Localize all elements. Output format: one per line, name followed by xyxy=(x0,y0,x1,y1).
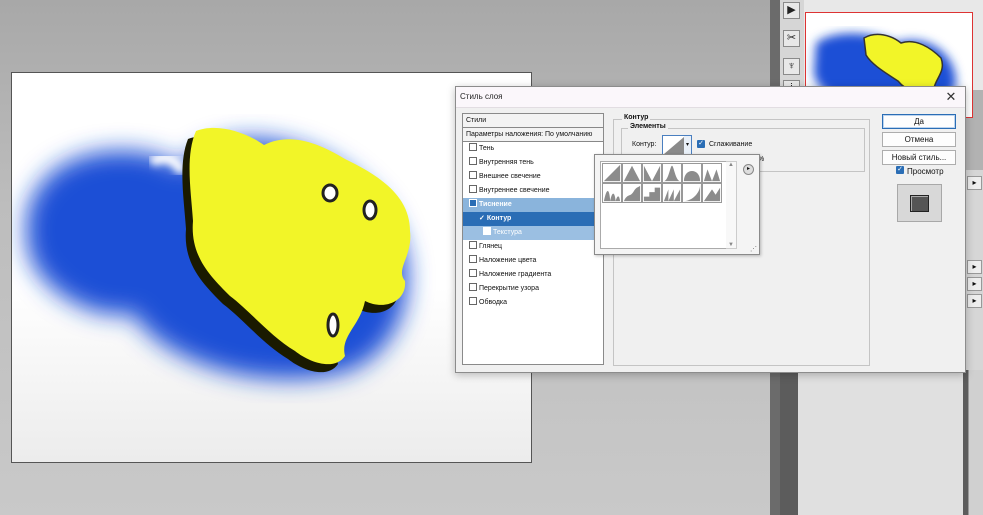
blending-options[interactable]: Параметры наложения: По умолчанию xyxy=(463,128,603,142)
styles-header[interactable]: Стили xyxy=(463,114,603,128)
style-item-label: Внешнее свечение xyxy=(479,173,541,180)
style-item[interactable]: Наложение цвета xyxy=(463,254,603,268)
style-checkbox[interactable] xyxy=(469,171,477,180)
style-checkbox[interactable] xyxy=(469,241,477,250)
elements-group-title: Элементы xyxy=(628,123,668,130)
style-checkbox[interactable] xyxy=(469,255,477,264)
style-item-label: Наложение цвета xyxy=(479,257,537,264)
brush-icon[interactable]: ♆ xyxy=(783,58,800,75)
contour-group-title: Контур xyxy=(622,114,651,121)
style-checkbox[interactable] xyxy=(469,297,477,306)
cancel-button[interactable]: Отмена xyxy=(882,132,956,147)
style-item-label: Перекрытие узора xyxy=(479,285,539,292)
new-style-button[interactable]: Новый стиль... xyxy=(882,150,956,165)
style-checkbox[interactable] xyxy=(483,227,491,236)
style-item-label: Обводка xyxy=(479,299,508,306)
close-icon[interactable]: ✕ xyxy=(943,88,959,106)
panel-arrow-icon[interactable]: ▸ xyxy=(967,277,982,291)
artwork xyxy=(26,127,411,380)
style-item-label: Наложение градиента xyxy=(479,271,552,278)
check-icon: ✓ xyxy=(479,215,487,222)
contour-preset-linear[interactable] xyxy=(602,163,622,183)
contour-preset-grid xyxy=(600,161,728,249)
smoothing-checkbox[interactable]: ✓ xyxy=(697,140,705,148)
contour-label: Контур: xyxy=(632,141,657,148)
style-item-label: Глянец xyxy=(479,243,503,250)
panel-arrow-icon[interactable]: ▸ xyxy=(967,260,982,274)
style-item-label: Внутреннее свечение xyxy=(479,187,550,194)
style-item[interactable]: Текстура xyxy=(463,226,603,240)
contour-preset-cove-shallow[interactable] xyxy=(702,183,722,203)
style-checkbox[interactable] xyxy=(469,157,477,166)
contour-preset-sawtooth[interactable] xyxy=(662,183,682,203)
preview-label: Просмотр xyxy=(907,167,944,176)
style-item-label: Внутренняя тень xyxy=(479,159,534,166)
panel-arrow-icon[interactable]: ▸ xyxy=(967,176,982,190)
tools-icon[interactable]: ✂ xyxy=(783,30,800,47)
style-checkbox[interactable] xyxy=(469,199,477,208)
contour-preset-rolling-slope[interactable] xyxy=(622,183,642,203)
style-item[interactable]: Обводка xyxy=(463,296,603,310)
style-item-label: Тень xyxy=(479,145,495,152)
style-checkbox[interactable] xyxy=(469,269,477,278)
contour-preset-cone-inverted[interactable] xyxy=(642,163,662,183)
style-item[interactable]: Тиснение xyxy=(463,198,603,212)
style-item[interactable]: Глянец xyxy=(463,240,603,254)
contour-preset-cone[interactable] xyxy=(622,163,642,183)
style-item-label: Тиснение xyxy=(479,201,512,208)
chevron-down-icon[interactable]: ▾ xyxy=(684,135,692,156)
style-checkbox[interactable] xyxy=(469,185,477,194)
panel-scrollbar[interactable] xyxy=(968,370,983,515)
style-item-label: Контур xyxy=(486,215,512,222)
dialog-titlebar[interactable]: Стиль слоя ✕ xyxy=(456,87,965,108)
dialog-title: Стиль слоя xyxy=(460,92,503,101)
style-item[interactable]: Тень xyxy=(463,142,603,156)
picker-menu-icon[interactable]: ▸ xyxy=(743,164,754,175)
document-canvas[interactable] xyxy=(11,72,532,463)
style-item[interactable]: Наложение градиента xyxy=(463,268,603,282)
panel-arrow-icon[interactable]: ▸ xyxy=(967,294,982,308)
styles-list: Стили Параметры наложения: По умолчанию … xyxy=(462,113,604,365)
lower-right-panel xyxy=(780,370,983,515)
panel-right-edge: ▸ ▸ ▸ ▸ xyxy=(964,170,983,370)
style-item[interactable]: Перекрытие узора xyxy=(463,282,603,296)
contour-preset-half-round[interactable] xyxy=(682,163,702,183)
layer-style-dialog: Стиль слоя ✕ Стили Параметры наложения: … xyxy=(455,86,966,373)
contour-preset-ring[interactable] xyxy=(702,163,722,183)
style-item[interactable]: Внутренняя тень xyxy=(463,156,603,170)
contour-preset-gaussian[interactable] xyxy=(662,163,682,183)
contour-preset-cove-deep[interactable] xyxy=(682,183,702,203)
style-item-label: Текстура xyxy=(493,229,522,236)
contour-preview[interactable] xyxy=(662,135,686,156)
play-icon[interactable]: ▶ xyxy=(783,2,800,19)
style-checkbox[interactable] xyxy=(469,143,477,152)
style-item[interactable]: ✓ Контур xyxy=(463,212,603,226)
preview-checkbox[interactable]: ✓ xyxy=(896,166,904,174)
style-item[interactable]: Внутреннее свечение xyxy=(463,184,603,198)
smoothing-label: Сглаживание xyxy=(709,141,753,148)
ok-button[interactable]: Да xyxy=(882,114,956,129)
style-preview-swatch xyxy=(897,184,942,222)
picker-scrollbar[interactable]: ▲ ▼ xyxy=(726,161,737,249)
contour-preset-rounded-steps[interactable] xyxy=(642,183,662,203)
resize-grip-icon[interactable]: ⋰ xyxy=(750,245,757,253)
contour-preset-ring-double[interactable] xyxy=(602,183,622,203)
style-item[interactable]: Внешнее свечение xyxy=(463,170,603,184)
contour-picker-popup: ▲ ▼ ▸ ⋰ xyxy=(594,154,760,255)
style-checkbox[interactable] xyxy=(469,283,477,292)
